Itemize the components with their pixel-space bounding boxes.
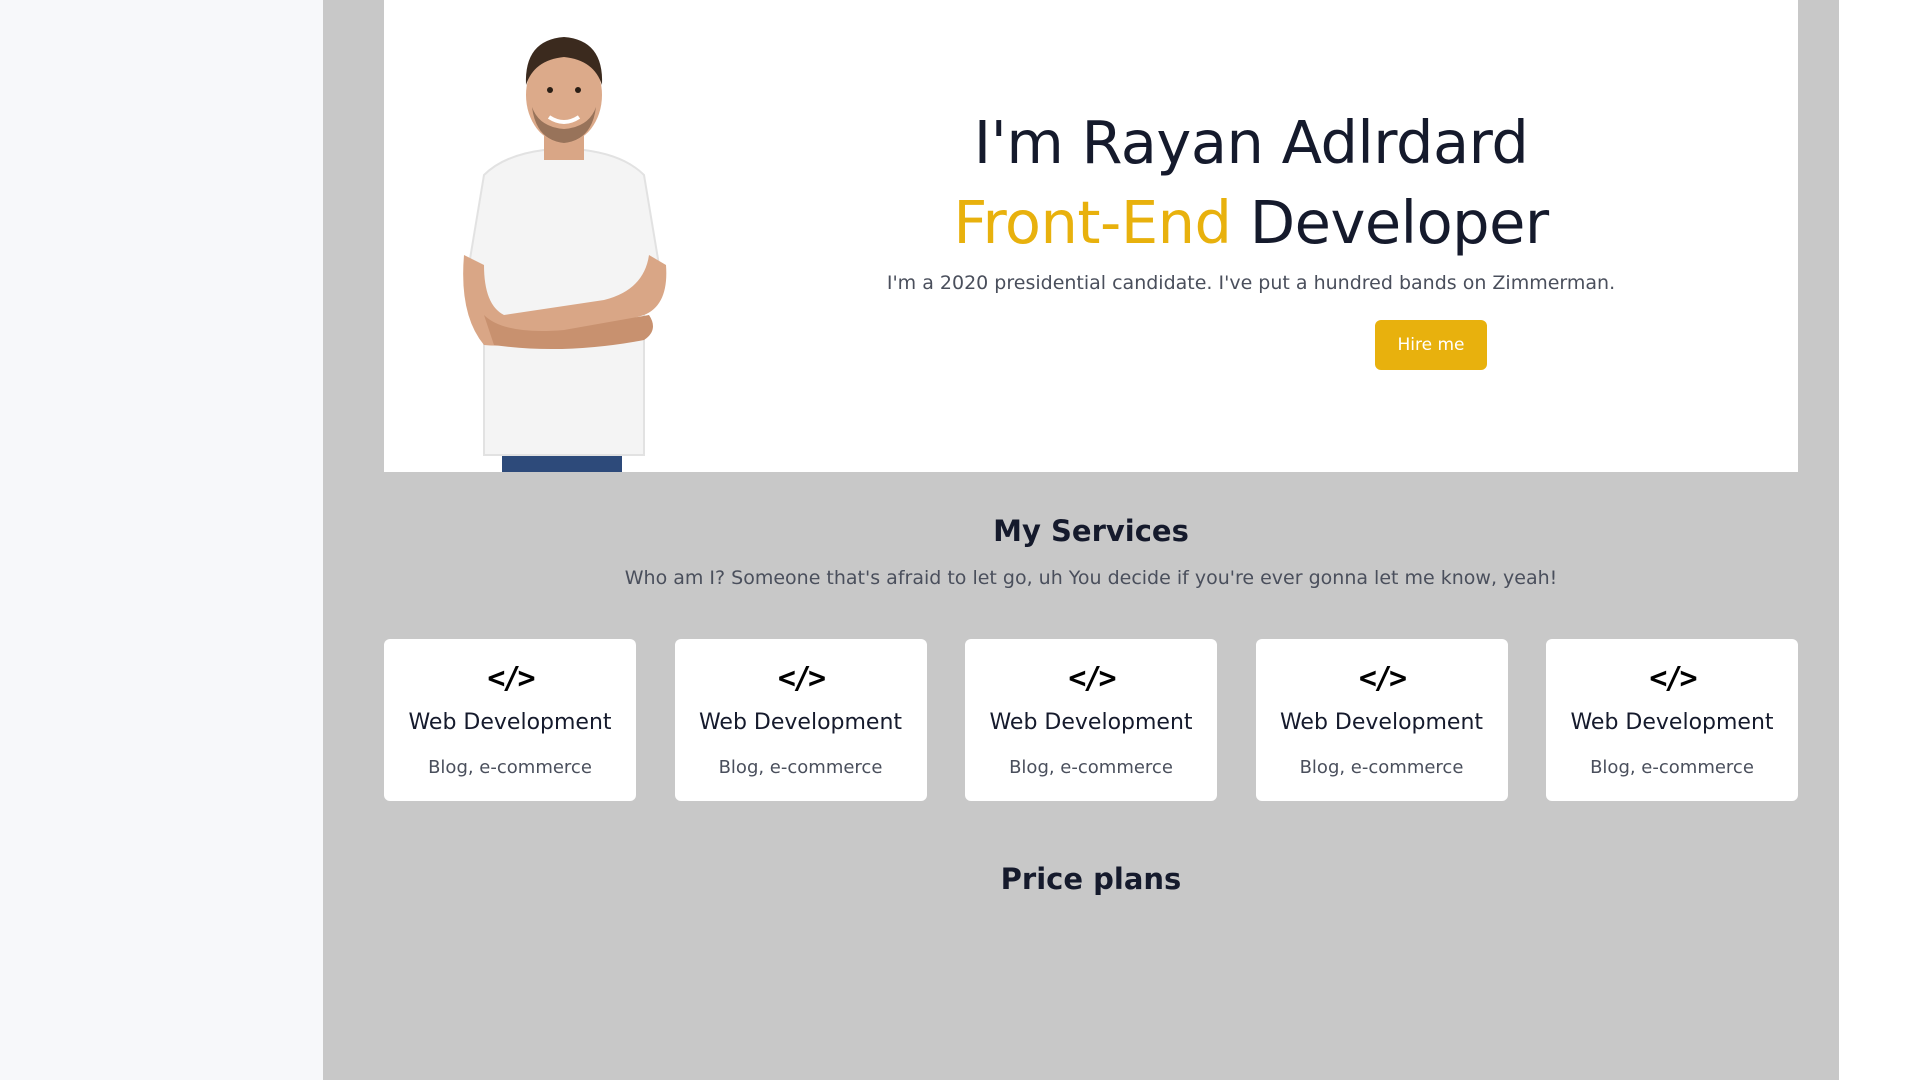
service-card-title: Web Development xyxy=(1279,710,1484,735)
hero-name: I'm Rayan Adlrdard xyxy=(973,108,1529,177)
code-icon: </> xyxy=(777,661,826,696)
service-card[interactable]: </> Web Development Blog, e-commerce xyxy=(384,639,636,801)
service-card-subtitle: Blog, e-commerce xyxy=(1590,757,1754,778)
service-card[interactable]: </> Web Development Blog, e-commerce xyxy=(1255,639,1508,801)
right-blank-pane xyxy=(1839,0,1920,1080)
left-blank-pane xyxy=(0,0,323,1080)
hero-role-rest: Developer xyxy=(1249,188,1549,257)
service-card-subtitle: Blog, e-commerce xyxy=(1009,757,1173,778)
hire-me-button[interactable]: Hire me xyxy=(1375,320,1487,370)
hero-photo xyxy=(463,37,667,472)
service-card[interactable]: </> Web Development Blog, e-commerce xyxy=(965,639,1217,801)
portfolio-page: I'm Rayan Adlrdard Front-End Developer I… xyxy=(323,0,1839,1080)
service-card-title: Web Development xyxy=(408,710,612,735)
hero-role-accent: Front-End xyxy=(953,188,1232,257)
service-card-subtitle: Blog, e-commerce xyxy=(718,757,883,778)
hero-section: I'm Rayan Adlrdard Front-End Developer I… xyxy=(384,0,1798,472)
price-plans-title: Price plans xyxy=(1000,862,1182,896)
service-card[interactable]: </> Web Development Blog, e-commerce xyxy=(674,639,927,801)
services-cards: </> Web Development Blog, e-commerce </>… xyxy=(384,639,1798,801)
service-card-title: Web Development xyxy=(989,710,1193,735)
code-icon: </> xyxy=(1358,661,1407,696)
service-card-subtitle: Blog, e-commerce xyxy=(1299,757,1464,778)
service-card-title: Web Development xyxy=(1570,710,1774,735)
services-title: My Services xyxy=(993,514,1189,548)
code-icon: </> xyxy=(1068,661,1116,696)
code-icon: </> xyxy=(487,661,535,696)
hero-role: Front-End Developer xyxy=(784,188,1718,258)
service-card-subtitle: Blog, e-commerce xyxy=(428,757,592,778)
services-subtitle: Who am I? Someone that's afraid to let g… xyxy=(624,567,1558,589)
hero-description: I'm a 2020 presidential candidate. I've … xyxy=(886,272,1616,294)
service-card[interactable]: </> Web Development Blog, e-commerce xyxy=(1546,639,1798,801)
code-icon: </> xyxy=(1649,661,1697,696)
service-card-title: Web Development xyxy=(698,710,903,735)
